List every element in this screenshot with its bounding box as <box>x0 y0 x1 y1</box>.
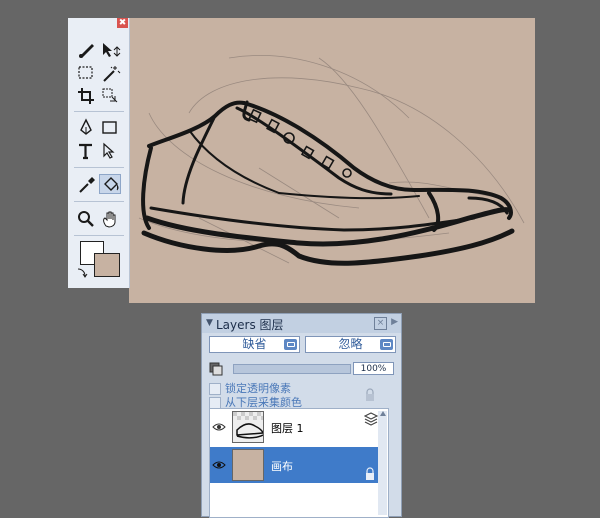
shoe-sketch <box>138 55 525 266</box>
dropdown-icon[interactable] <box>380 339 393 350</box>
layer-list-scrollbar[interactable] <box>378 411 387 515</box>
close-icon[interactable]: ✖ <box>117 18 128 28</box>
lock-icon <box>366 467 374 480</box>
panel-menu-arrow-icon[interactable]: ▶ <box>391 317 398 327</box>
layer-row[interactable]: 图层 1 <box>210 409 380 445</box>
sample-below-row[interactable]: 从下层采集颜色 <box>209 394 302 409</box>
layers-panel: ▼ Layers 图层 × ▶ 缺省 忽略 100% 锁定透明像素 从下层采集颜… <box>201 313 402 518</box>
hand-tool-icon[interactable] <box>100 209 122 229</box>
eyedropper-tool-icon[interactable] <box>76 175 98 195</box>
new-layer-icon[interactable] <box>209 362 223 376</box>
crop-tool-icon[interactable] <box>76 86 98 106</box>
tool-divider <box>74 167 124 168</box>
layer-row[interactable]: 画布 <box>210 447 380 483</box>
eye-icon[interactable] <box>212 460 226 470</box>
brush-tool-icon[interactable] <box>76 40 98 60</box>
tool-divider <box>74 201 124 202</box>
layer-list: 图层 1 画布 <box>209 408 389 518</box>
marquee-tool-icon[interactable] <box>76 64 98 84</box>
opacity-row: 100% <box>206 361 398 377</box>
tool-divider <box>74 111 124 112</box>
lock-transparency-row[interactable]: 锁定透明像素 <box>209 380 291 395</box>
zoom-tool-icon[interactable] <box>76 209 98 229</box>
dropdown-icon[interactable] <box>284 339 297 350</box>
move-tool-icon[interactable] <box>100 40 122 60</box>
magic-wand-tool-icon[interactable] <box>100 64 122 84</box>
layer-stack-icon <box>364 412 378 426</box>
layer-thumbnail <box>232 411 264 443</box>
opacity-slider[interactable] <box>233 364 351 374</box>
selection-arrow-tool-icon[interactable] <box>100 141 122 161</box>
composite-value: 忽略 <box>338 337 363 351</box>
collapse-triangle-icon[interactable]: ▼ <box>206 318 213 328</box>
layers-panel-title: Layers 图层 <box>216 318 284 332</box>
drawing-canvas[interactable] <box>129 18 535 303</box>
pen-tool-icon[interactable] <box>76 118 98 138</box>
layer-name: 图层 1 <box>271 422 304 435</box>
opacity-value[interactable]: 100% <box>353 362 394 375</box>
composite-select[interactable]: 忽略 <box>305 336 396 353</box>
blend-mode-value: 缺省 <box>242 337 267 351</box>
layer-name: 画布 <box>271 460 293 473</box>
tool-divider <box>74 235 124 236</box>
shape-tool-icon[interactable] <box>100 118 122 138</box>
text-tool-icon[interactable] <box>76 141 98 161</box>
background-color-swatch[interactable] <box>94 253 120 277</box>
eye-icon[interactable] <box>212 422 226 432</box>
swap-colors-icon[interactable] <box>76 266 88 278</box>
transform-tool-icon[interactable] <box>100 86 122 106</box>
paint-bucket-tool-icon[interactable] <box>99 174 121 194</box>
layers-panel-header: ▼ Layers 图层 × ▶ <box>202 314 401 333</box>
blend-mode-select[interactable]: 缺省 <box>209 336 300 353</box>
layer-thumbnail <box>232 449 264 481</box>
lock-icon <box>366 388 374 401</box>
tool-palette-titlebar: ✖ <box>68 18 129 28</box>
close-icon[interactable]: × <box>374 317 387 330</box>
